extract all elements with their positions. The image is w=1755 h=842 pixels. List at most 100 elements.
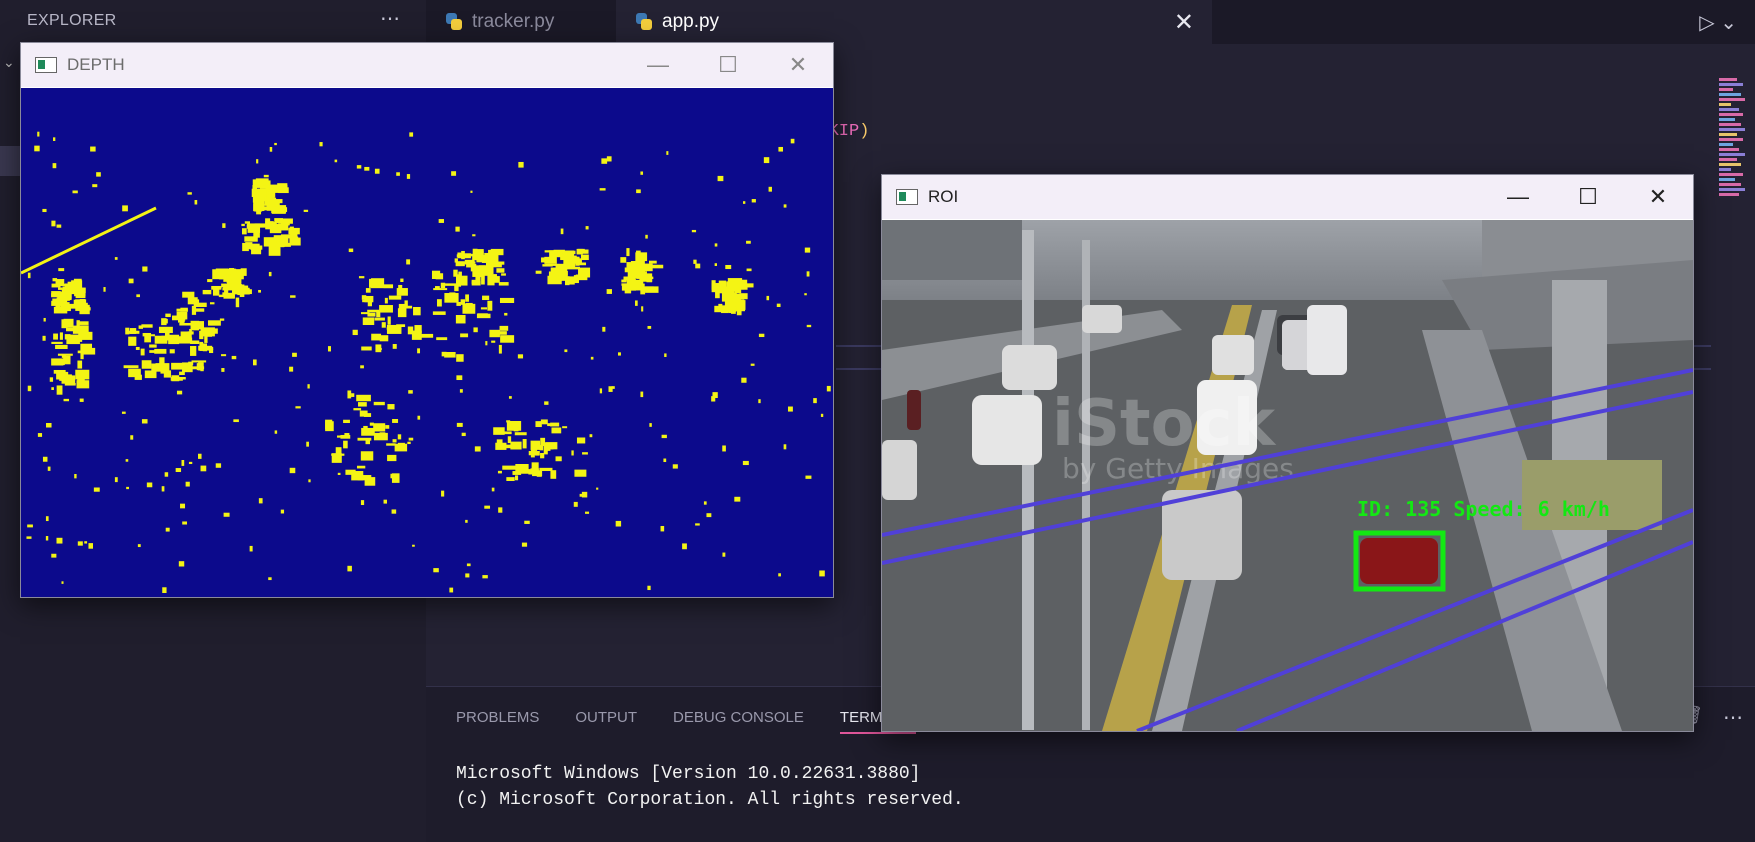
depth-blob [436,299,442,307]
run-python-button[interactable]: ▷ ⌄ [1699,10,1737,35]
depth-blob [373,423,386,432]
ellipsis-icon[interactable]: ⋯ [1723,705,1743,730]
depth-speck [72,190,78,194]
minimap[interactable] [1719,78,1747,248]
depth-speck [347,565,352,572]
depth-speck [352,329,358,336]
depth-speck [303,209,309,212]
depth-speck [536,472,542,477]
tab-problems[interactable]: PROBLEMS [456,709,539,734]
depth-blob [491,340,496,343]
depth-blob [387,404,395,410]
depth-speck [585,511,590,514]
depth-speck [37,131,40,137]
depth-speck [746,268,752,272]
depth-blob [61,289,66,299]
depth-speck [137,544,141,548]
depth-speck [252,184,258,190]
depth-speck [474,446,481,452]
depth-blob [51,291,61,297]
window-app-icon [35,57,57,73]
depth-speck [258,289,261,293]
depth-speck [390,473,395,479]
depth-speck [289,366,294,372]
depth-blob [55,359,60,363]
chevron-down-icon[interactable]: ⌄ [3,54,15,71]
depth-blob [356,465,366,469]
depth-speck [535,270,542,274]
tab-output[interactable]: OUTPUT [575,709,637,734]
depth-blob [63,318,74,328]
depth-blob [458,271,462,278]
depth-speck [162,587,167,593]
explorer-title: EXPLORER [27,12,117,29]
depth-blob [77,360,83,369]
roi-frame: iStock by Getty Images ID: 135 Speed: 6 … [882,220,1693,731]
depth-speck [513,425,519,432]
motorcycle [907,390,921,430]
depth-speck [383,499,388,504]
depth-blob [56,385,63,395]
roi-window[interactable]: ROI — ☐ ✕ iStock by Getty Images ID: 135… [881,174,1694,732]
depth-blob [275,242,281,247]
depth-speck [433,568,439,573]
depth-blob [358,402,367,407]
depth-speck [374,168,380,174]
depth-blob [242,242,249,252]
maximize-icon[interactable]: ☐ [693,43,763,87]
depth-blob [361,427,375,436]
depth-blob [196,363,201,371]
depth-speck [783,444,787,450]
depth-blob [79,287,86,294]
ellipsis-icon[interactable]: ⋯ [380,6,400,31]
depth-speck [660,525,665,532]
depth-blob [397,308,407,318]
depth-blob [440,282,446,289]
tab-app-py[interactable]: app.py ✕ [616,0,1212,44]
depth-speck [290,295,296,298]
depth-titlebar[interactable]: DEPTH — ☐ ✕ [21,43,833,87]
depth-blob [397,434,402,440]
depth-speck [438,219,444,223]
minimize-icon[interactable]: — [1483,175,1553,219]
depth-speck [280,509,285,514]
close-icon[interactable]: ✕ [763,43,833,87]
terminal-line: (c) Microsoft Corporation. All rights re… [456,790,964,810]
depth-speck [456,375,463,381]
depth-speck [58,268,65,272]
depth-speck [693,259,697,264]
roi-titlebar[interactable]: ROI — ☐ ✕ [882,175,1693,219]
close-icon[interactable]: ✕ [1623,175,1693,219]
maximize-icon[interactable]: ☐ [1553,175,1623,219]
depth-speck [84,541,88,544]
depth-speck [165,527,170,532]
depth-blob [187,331,194,335]
depth-blob [740,283,754,288]
tab-debug-console[interactable]: DEBUG CONSOLE [673,709,804,734]
depth-blob [179,377,186,380]
depth-speck [46,422,52,428]
depth-blob [522,439,527,449]
depth-blob [489,262,502,268]
depth-speck [706,513,712,518]
terminal-output[interactable]: Microsoft Windows [Version 10.0.22631.38… [456,761,964,813]
depth-speck [161,486,165,492]
depth-speck [90,146,96,152]
minimize-icon[interactable]: — [623,43,693,87]
depth-window[interactable]: DEPTH — ☐ ✕ [20,42,834,598]
tab-tracker-py[interactable]: tracker.py [426,0,616,44]
depth-blob [154,348,167,354]
depth-speck [360,365,364,369]
close-tab-icon[interactable]: ✕ [1174,8,1194,37]
depth-blob [126,330,140,334]
depth-blob [230,272,244,280]
depth-speck [528,469,534,475]
depth-blob [290,237,301,246]
depth-blob [53,369,66,374]
depth-speck [482,575,488,579]
depth-speck [504,312,508,316]
depth-blob [385,425,390,429]
depth-speck [602,326,606,332]
depth-speck [406,174,411,179]
python-icon [634,12,654,32]
